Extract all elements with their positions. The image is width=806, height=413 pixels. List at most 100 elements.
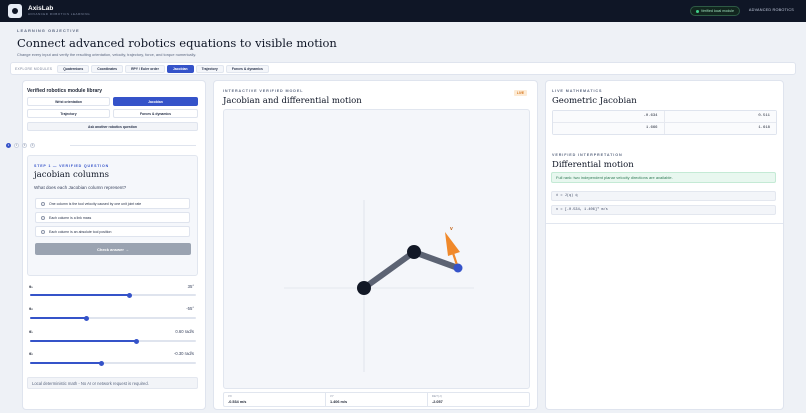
segment-trajectory[interactable]: Trajectory [27,109,110,118]
module-tab-rpy-euler[interactable]: RPY / Euler order [125,64,165,73]
metrics-bar: VX -0.534 m/s VY 1.406 m/s DET(J) -2.057 [223,392,530,407]
step-indicator: 1 2 3 4 [6,143,35,148]
question-eyebrow: STEP 1 — VERIFIED QUESTION [34,164,110,168]
slider-fill [30,294,130,296]
live-mathematics-panel: LIVE MATHEMATICS Geometric Jacobian -0.6… [545,80,784,410]
slider-fill [30,362,102,364]
page-subtitle: Change every input and verify the result… [17,52,197,57]
segment-jacobian[interactable]: Jacobian [113,97,198,106]
answer-option-3[interactable]: Each column is an absolute tool position [35,226,190,237]
answer-option-label: Each column is a link mass [49,215,92,220]
brand-subtitle: ADVANCED ROBOTICS LEARNING [28,12,91,17]
robot-arm-svg: v [284,200,474,372]
step-1[interactable]: 1 [6,143,11,148]
verified-label: Verified local module [700,9,734,13]
step-3[interactable]: 3 [22,143,27,148]
step-4[interactable]: 4 [30,143,35,148]
top-bar: AxisLab ADVANCED ROBOTICS LEARNING Verif… [0,0,806,22]
module-tab-trajectory[interactable]: Trajectory [195,64,224,73]
step-2[interactable]: 2 [14,143,19,148]
question-text: What does each Jacobian column represent… [34,185,127,190]
verified-badge: Verified local module [689,6,740,16]
interactive-model-panel: INTERACTIVE VERIFIED MODEL Jacobian and … [213,80,538,410]
hero: LEARNING OBJECTIVE Connect advanced robo… [17,28,337,57]
module-bar: EXPLORE MODULES Quaternions Coordinates … [10,62,796,75]
segment-forces[interactable]: Forces & dynamics [113,109,198,118]
module-tab-coordinates[interactable]: Coordinates [91,64,124,73]
status-dot-icon [695,9,699,13]
model-title: Jacobian and differential motion [223,96,362,106]
app-logo [8,4,22,18]
matrix-cell: 0.511 [664,111,776,123]
step-progress-line [70,145,196,146]
library-title: Verified robotics module library [27,88,103,94]
formula-velocity-value: v = [-0.534, 1.406]ᵀ m/s [551,205,776,215]
matrix-cell: 1.618 [664,122,776,134]
slider-label-theta1: θ₁ [29,284,33,289]
page-title: Connect advanced robotics equations to v… [17,36,337,50]
formula-velocity-relation: ẋ = J(q) q̇ [551,191,776,201]
section-divider [546,223,783,224]
module-bar-label: EXPLORE MODULES [15,66,53,71]
matrix-cell: 1.666 [553,122,665,134]
slider-theta2-dot[interactable] [30,360,196,366]
check-answer-button[interactable]: Check answer → [35,243,191,255]
radio-icon [41,215,45,220]
segment-wrist-orientation[interactable]: Wrist orientation [27,97,110,106]
slider-theta1[interactable] [30,292,196,298]
slider-theta1-dot[interactable] [30,338,196,344]
base-joint[interactable] [357,281,371,295]
model-eyebrow: INTERACTIVE VERIFIED MODEL [223,89,304,93]
metric-vx: VX -0.534 m/s [224,393,326,406]
metric-label: VY [330,395,335,398]
slider-value-theta1-dot: 0.60 rad/s [175,329,194,334]
rank-status-note: Full rank: two independent planar veloci… [551,172,776,183]
metric-det: DET(J) -2.057 [428,393,529,406]
slider-thumb[interactable] [127,292,133,298]
metric-value: -2.057 [432,400,443,404]
metric-vy: VY 1.406 m/s [326,393,428,406]
slider-label-theta2-dot: θ̇₂ [29,351,33,356]
slider-label-theta1-dot: θ̇₁ [29,329,33,334]
velocity-label: v [450,226,453,232]
interpretation-title: Differential motion [552,160,634,170]
math-eyebrow: LIVE MATHEMATICS [552,89,603,93]
module-tab-quaternions[interactable]: Quaternions [57,64,90,73]
ask-question-button[interactable]: Ask another robotics question [27,122,198,131]
elbow-joint[interactable] [407,245,421,259]
slider-value-theta1: 35° [187,284,194,289]
radio-icon [41,229,45,234]
live-badge: LIVE [513,90,527,96]
radio-icon [41,201,45,206]
brand: AxisLab ADVANCED ROBOTICS LEARNING [28,5,91,17]
logo-mark [12,8,18,14]
slider-thumb[interactable] [83,315,89,321]
answer-option-1[interactable]: One column is the tool velocity caused b… [35,198,190,209]
local-math-note: Local deterministic math - No AI or netw… [27,377,198,389]
metric-value: -0.534 m/s [228,400,247,404]
answer-option-2[interactable]: Each column is a link mass [35,212,190,223]
answer-option-label: One column is the tool velocity caused b… [49,201,142,206]
slider-value-theta2-dot: -0.30 rad/s [173,351,194,356]
module-tab-jacobian[interactable]: Jacobian [166,64,194,73]
slider-theta2[interactable] [30,315,196,321]
metric-value: 1.406 m/s [330,400,348,404]
slider-thumb[interactable] [133,338,139,344]
slider-label-theta2: θ₂ [29,306,33,311]
interpretation-eyebrow: VERIFIED INTERPRETATION [552,153,623,157]
link-1 [361,249,417,291]
answer-option-label: Each column is an absolute tool position [49,229,112,234]
slider-fill [30,340,137,342]
question-card: STEP 1 — VERIFIED QUESTION jacobian colu… [27,155,198,276]
math-title: Geometric Jacobian [552,96,637,106]
module-tab-forces[interactable]: Forces & dynamics [225,64,269,73]
metric-label: VX [228,395,233,398]
robot-arm-canvas[interactable]: v [223,109,530,389]
end-effector[interactable] [453,263,463,273]
slider-thumb[interactable] [98,360,104,366]
velocity-arrowhead [445,232,460,256]
matrix-cell: -0.634 [553,111,665,123]
question-title: jacobian columns [34,170,109,180]
slider-fill [30,317,87,319]
mode-label: ADVANCED ROBOTICS [748,8,794,12]
